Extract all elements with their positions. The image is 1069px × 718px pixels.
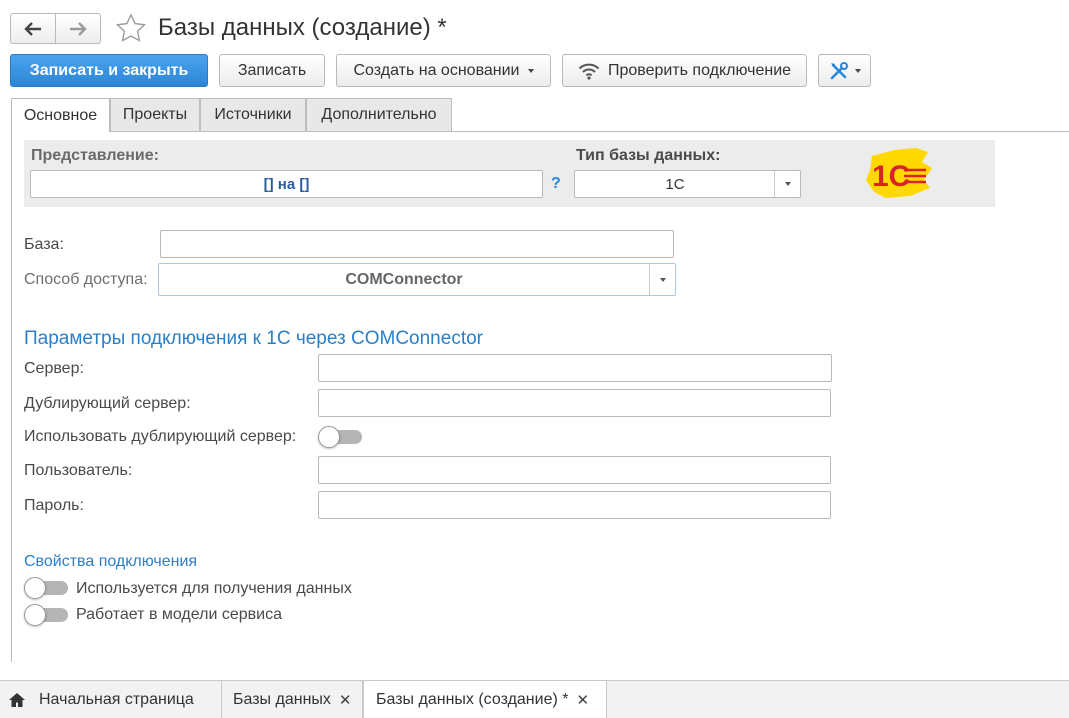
db-type-dropdown-button[interactable] (774, 171, 800, 197)
bottom-tab-home-label: Начальная страница (39, 690, 194, 708)
presentation-input[interactable]: [] на [] (30, 170, 543, 198)
check-connection-button[interactable]: Проверить подключение (562, 54, 807, 87)
chevron-down-icon (784, 182, 791, 186)
toggle-knob (24, 604, 46, 626)
toggle-knob (318, 426, 340, 448)
forward-button[interactable] (56, 13, 101, 44)
service-model-label: Работает в модели сервиса (76, 606, 282, 623)
backup-server-label: Дублирующий сервер: (24, 395, 191, 412)
presentation-label: Представление: (31, 147, 159, 164)
1c-logo: 1С (864, 146, 934, 200)
server-input[interactable] (318, 354, 832, 382)
tab-main[interactable]: Основное (11, 98, 110, 132)
db-type-label: Тип базы данных: (576, 147, 721, 164)
backup-server-input[interactable] (318, 389, 831, 417)
connection-params-title: Параметры подключения к 1С через COMConn… (24, 328, 483, 349)
tab-additional[interactable]: Дополнительно (306, 98, 452, 131)
check-connection-label: Проверить подключение (607, 61, 792, 79)
tools-icon (830, 61, 848, 79)
bottom-tab-databases-create[interactable]: Базы данных (создание) * ✕ (363, 681, 607, 718)
service-model-toggle[interactable] (24, 604, 68, 626)
save-and-close-button[interactable]: Записать и закрыть (10, 54, 208, 87)
use-backup-server-toggle[interactable] (318, 426, 362, 448)
password-label: Пароль: (24, 497, 84, 514)
tab-projects[interactable]: Проекты (110, 98, 200, 131)
user-label: Пользователь: (24, 462, 133, 479)
wifi-icon (578, 63, 600, 80)
server-label: Сервер: (24, 360, 84, 377)
db-type-value: 1С (665, 176, 685, 193)
bottom-tab-databases-create-label: Базы данных (создание) * (376, 690, 569, 708)
tab-content-border-top (11, 131, 1069, 132)
close-icon[interactable]: ✕ (576, 691, 589, 709)
chevron-down-icon (854, 68, 861, 73)
bottom-tab-databases-label: Базы данных (233, 690, 331, 708)
tab-content-border-left (11, 131, 12, 662)
bottom-tab-home[interactable]: Начальная страница (0, 681, 222, 718)
create-based-on-button[interactable]: Создать на основании (336, 54, 551, 87)
chevron-down-icon (659, 277, 666, 282)
toggle-knob (24, 577, 46, 599)
presentation-value: [] на [] (263, 175, 310, 193)
connection-properties-title: Свойства подключения (24, 553, 198, 570)
star-icon[interactable] (115, 13, 147, 43)
bottom-tab-databases[interactable]: Базы данных ✕ (222, 681, 363, 718)
db-type-select[interactable]: 1С (574, 170, 801, 198)
close-icon[interactable]: ✕ (339, 691, 352, 709)
base-label: База: (24, 236, 64, 253)
base-input[interactable] (160, 230, 674, 258)
use-backup-server-label: Использовать дублирующий сервер: (24, 428, 297, 445)
used-for-data-label: Используется для получения данных (76, 580, 352, 597)
chevron-down-icon (527, 68, 534, 73)
window-title: Базы данных (создание) * (158, 14, 447, 41)
save-button[interactable]: Записать (219, 54, 325, 87)
tab-sources[interactable]: Источники (200, 98, 306, 131)
password-input[interactable] (318, 491, 831, 519)
help-button[interactable]: ? (551, 175, 561, 193)
tools-menu-button[interactable] (818, 54, 871, 87)
arrow-right-icon (70, 21, 87, 36)
access-method-value: COMConnector (345, 271, 463, 288)
used-for-data-toggle[interactable] (24, 577, 68, 599)
access-method-label: Способ доступа: (24, 271, 148, 288)
access-method-select[interactable]: COMConnector (158, 263, 676, 296)
create-based-on-label: Создать на основании (353, 61, 520, 79)
back-button[interactable] (10, 13, 56, 44)
access-method-dropdown-button[interactable] (649, 264, 675, 295)
home-icon (9, 692, 25, 707)
arrow-left-icon (24, 21, 41, 36)
user-input[interactable] (318, 456, 831, 484)
